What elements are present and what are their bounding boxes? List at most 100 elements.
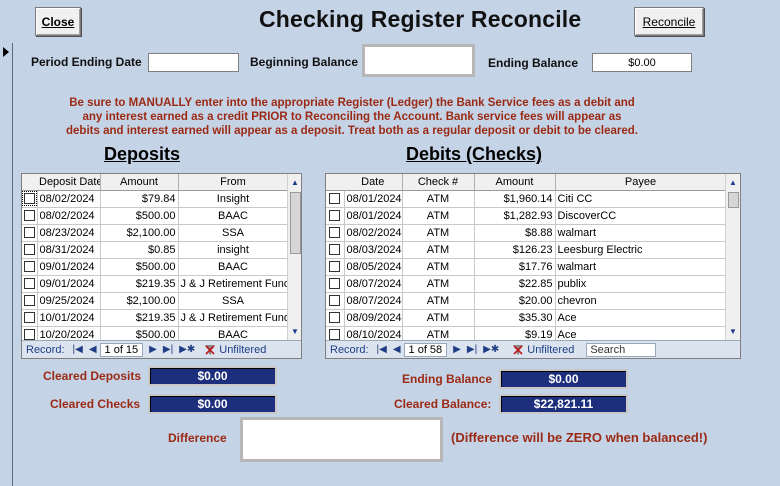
notice-line-2: any interest earned as a credit PRIOR to… [82, 111, 622, 123]
cleared-checkbox[interactable] [23, 295, 35, 307]
debits-col-date[interactable]: Date [344, 174, 403, 191]
table-row[interactable]: 10/01/2024 $219.35 J & J Retirement Fund [22, 309, 289, 327]
difference-value [240, 417, 443, 462]
period-ending-date-label: Period Ending Date [31, 55, 142, 69]
scroll-up-icon[interactable]: ▲ [728, 177, 738, 187]
debits-col-check [326, 174, 344, 191]
cleared-checkbox[interactable] [23, 278, 35, 290]
last-record-icon[interactable]: ▶| [160, 344, 176, 355]
cleared-checkbox[interactable] [329, 244, 341, 256]
table-row[interactable]: 08/07/2024 ATM $20.00 chevron [326, 292, 727, 310]
table-row[interactable]: 08/31/2024 $0.85 insight [22, 241, 289, 259]
filter-toggle[interactable]: Unfiltered [502, 344, 574, 356]
debits-col-amount[interactable]: Amount [474, 174, 556, 191]
cleared-checkbox[interactable] [329, 278, 341, 290]
record-position-input[interactable]: 1 of 58 [403, 342, 448, 357]
filter-icon [205, 344, 216, 355]
debits-vertical-scrollbar[interactable]: ▲ ▼ [725, 174, 740, 340]
table-row[interactable]: 08/01/2024 ATM $1,960.14 Citi CC [326, 190, 727, 208]
record-position-input[interactable]: 1 of 15 [99, 342, 144, 357]
deposits-col-from[interactable]: From [178, 174, 289, 191]
table-row[interactable]: 08/03/2024 ATM $126.23 Leesburg Electric [326, 241, 727, 259]
table-row[interactable]: 08/23/2024 $2,100.00 SSA [22, 224, 289, 242]
cleared-checkbox[interactable] [23, 227, 35, 239]
difference-hint: (Difference will be ZERO when balanced!) [451, 430, 708, 445]
previous-record-icon[interactable]: ◀ [86, 344, 100, 355]
table-row[interactable]: 08/01/2024 ATM $1,282.93 DiscoverCC [326, 207, 727, 225]
deposits-grid: Deposit Date Amount From 08/02/2024 $79.8… [21, 173, 302, 359]
notice-line-3: debits and interest earned will appear a… [66, 125, 638, 137]
scroll-down-icon[interactable]: ▼ [290, 326, 300, 336]
ending-balance-input[interactable]: $0.00 [592, 53, 692, 72]
deposits-header-row: Deposit Date Amount From [22, 174, 289, 191]
search-input[interactable]: Search [586, 342, 657, 357]
new-record-icon[interactable]: ▶✱ [176, 344, 198, 355]
cleared-checkbox[interactable] [329, 227, 341, 239]
debits-title: Debits (Checks) [406, 144, 543, 164]
deposits-vertical-scrollbar[interactable]: ▲ ▼ [287, 174, 301, 340]
cleared-checkbox[interactable] [23, 210, 35, 222]
scroll-up-icon[interactable]: ▲ [290, 177, 300, 187]
close-button[interactable]: Close [35, 7, 81, 36]
table-row[interactable]: 08/05/2024 ATM $17.76 walmart [326, 258, 727, 276]
previous-record-icon[interactable]: ◀ [390, 344, 404, 355]
notice-line-1: Be sure to MANUALLY enter into the appro… [69, 97, 635, 109]
last-record-icon[interactable]: ▶| [464, 344, 480, 355]
first-record-icon[interactable]: |◀ [369, 344, 390, 355]
debits-table: Date Check # Amount Payee 08/01/2024 ATM $… [326, 174, 727, 344]
table-row[interactable]: 08/02/2024 $500.00 BAAC [22, 207, 289, 225]
beginning-balance-label: Beginning Balance [250, 55, 359, 69]
current-record-arrow-icon [3, 47, 9, 57]
scroll-thumb[interactable] [290, 192, 301, 254]
cleared-checkbox[interactable] [329, 329, 341, 341]
record-label: Record: [330, 343, 369, 356]
deposits-col-date[interactable]: Deposit Date [37, 174, 101, 191]
cleared-checkbox[interactable] [329, 312, 341, 324]
scroll-down-icon[interactable]: ▼ [728, 326, 738, 336]
cleared-checkbox[interactable] [329, 193, 341, 205]
summary-ending-balance-value: $0.00 [499, 369, 628, 389]
table-row[interactable]: 08/02/2024 ATM $8.88 walmart [326, 224, 727, 242]
debits-col-payee[interactable]: Payee [555, 174, 727, 191]
table-row[interactable]: 08/07/2024 ATM $22.85 publix [326, 275, 727, 293]
cleared-checkbox[interactable] [23, 261, 35, 273]
beginning-balance-input[interactable] [362, 44, 475, 77]
table-row[interactable]: 09/01/2024 $500.00 BAAC [22, 258, 289, 276]
cleared-checkbox[interactable] [23, 244, 35, 256]
cleared-checkbox[interactable] [329, 261, 341, 273]
cleared-balance-value: $22,821.11 [499, 394, 628, 414]
cleared-checkbox[interactable] [23, 329, 35, 341]
page-title: Checking Register Reconcile [259, 6, 582, 32]
cleared-checks-value: $0.00 [148, 394, 277, 414]
next-record-icon[interactable]: ▶ [143, 344, 160, 355]
cleared-checkbox[interactable] [329, 210, 341, 222]
debits-col-check-number[interactable]: Check # [402, 174, 475, 191]
table-row[interactable]: 08/09/2024 ATM $35.30 Ace [326, 309, 727, 327]
deposits-col-amount[interactable]: Amount [100, 174, 179, 191]
record-selector-rail[interactable] [0, 43, 13, 486]
reconcile-notice: Be sure to MANUALLY enter into the appro… [14, 96, 690, 138]
deposits-record-navigator: Record: |◀ ◀ 1 of 15 ▶ ▶| ▶✱ Unfiltered [22, 340, 301, 358]
filter-status: Unfiltered [219, 343, 267, 356]
scroll-thumb[interactable] [728, 192, 739, 208]
cleared-checkbox[interactable] [22, 191, 36, 206]
filter-toggle[interactable]: Unfiltered [198, 344, 266, 356]
ending-balance-label: Ending Balance [488, 56, 579, 70]
reconcile-button[interactable]: Reconcile [634, 7, 704, 36]
cleared-deposits-label: Cleared Deposits [43, 369, 142, 383]
cleared-checkbox[interactable] [23, 312, 35, 324]
cleared-balance-label: Cleared Balance: [394, 397, 492, 411]
cleared-checks-label: Cleared Checks [50, 397, 141, 411]
deposits-table: Deposit Date Amount From 08/02/2024 $79.8… [22, 174, 289, 344]
table-row[interactable]: 09/01/2024 $219.35 J & J Retirement Fund [22, 275, 289, 293]
table-row[interactable]: 08/02/2024 $79.84 Insight [22, 190, 289, 208]
cleared-checkbox[interactable] [329, 295, 341, 307]
first-record-icon[interactable]: |◀ [65, 344, 86, 355]
next-record-icon[interactable]: ▶ [447, 344, 464, 355]
filter-status: Unfiltered [527, 343, 575, 356]
cleared-deposits-value: $0.00 [148, 366, 277, 386]
new-record-icon[interactable]: ▶✱ [480, 344, 502, 355]
table-row[interactable]: 09/25/2024 $2,100.00 SSA [22, 292, 289, 310]
filter-icon [513, 344, 524, 355]
period-ending-date-input[interactable] [148, 53, 239, 72]
